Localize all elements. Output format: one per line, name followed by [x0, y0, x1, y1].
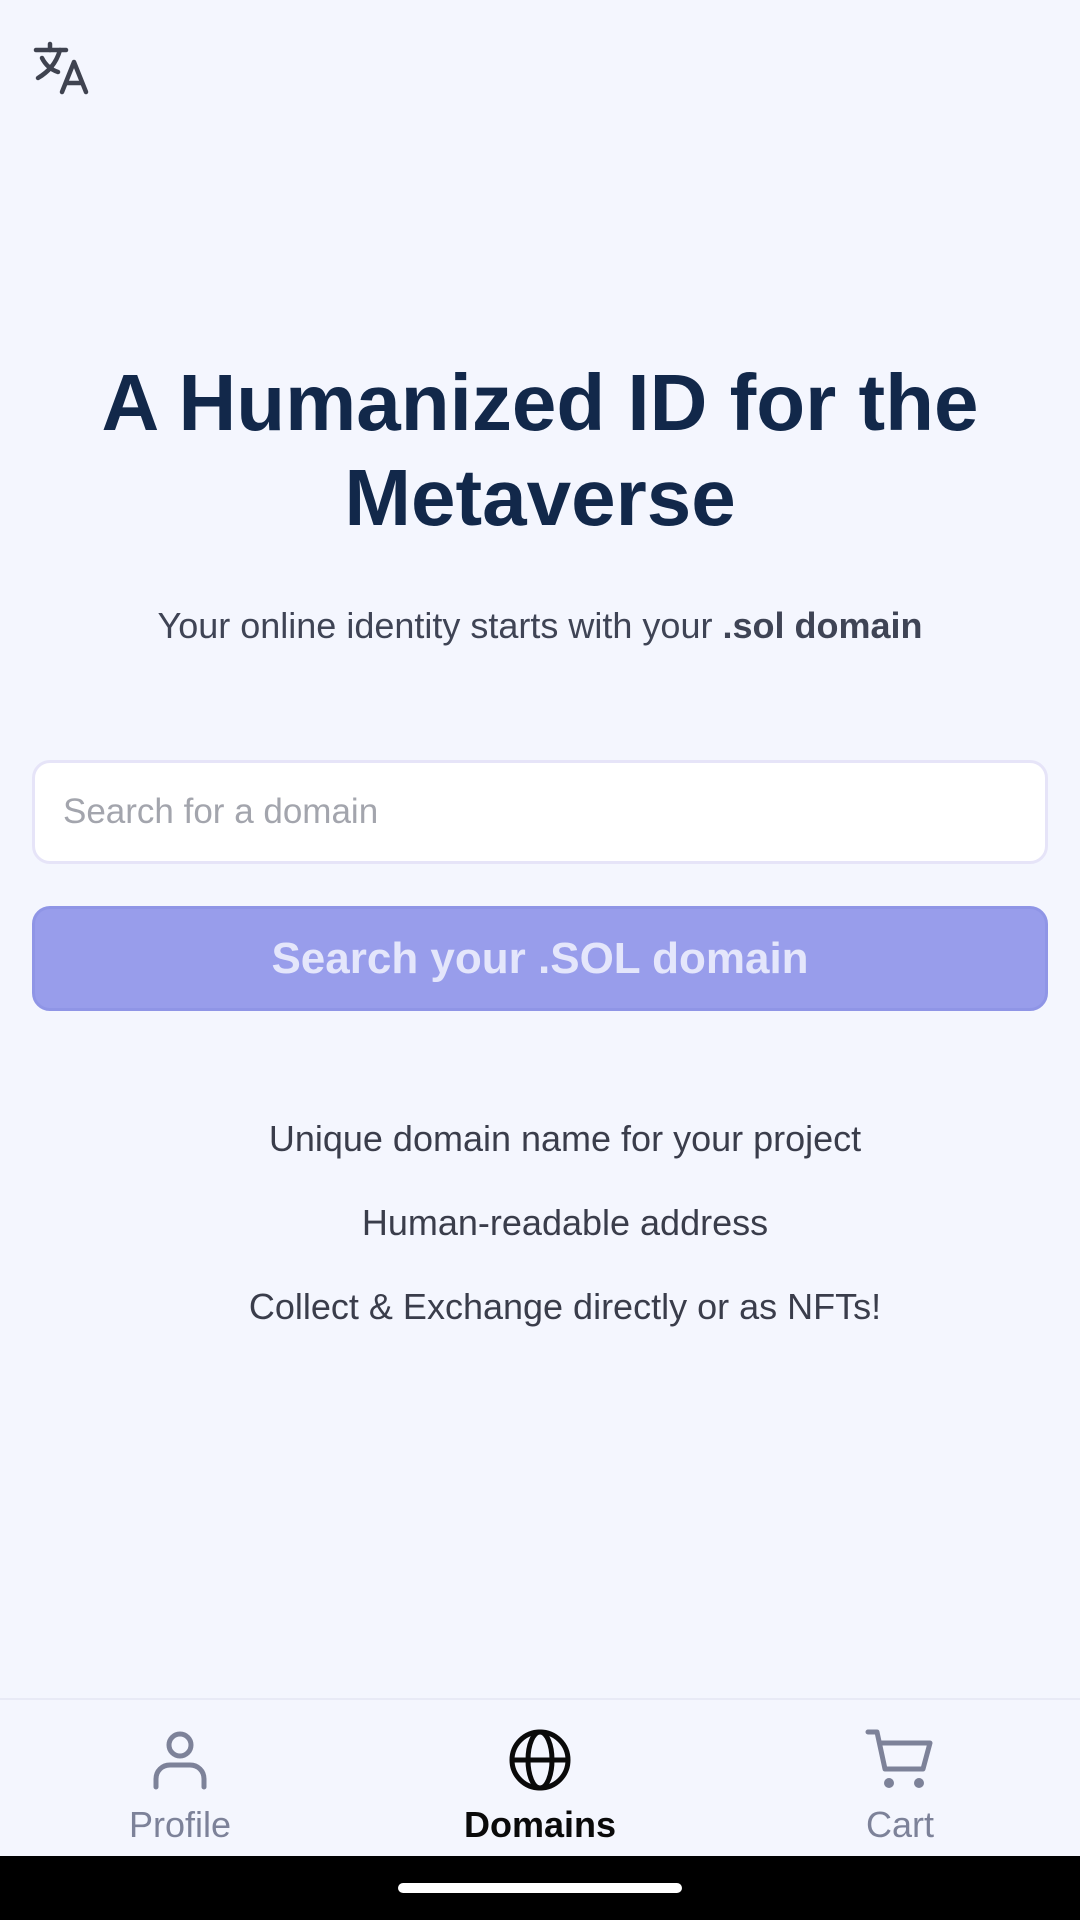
subtitle-highlight: .sol domain — [722, 605, 923, 646]
nav-label-profile: Profile — [128, 1804, 232, 1845]
subtitle: Your online identity starts with your .s… — [60, 605, 1020, 647]
feature-list: Unique domain name for your project Huma… — [60, 1115, 1070, 1367]
cart-icon — [862, 1722, 938, 1798]
search-domain-button[interactable]: Search your .SOL domain — [32, 906, 1048, 1011]
bottom-navigation: Profile Domains Cart — [0, 1698, 1080, 1858]
feature-item: Collect & Exchange directly or as NFTs! — [248, 1286, 882, 1327]
home-indicator[interactable] — [398, 1883, 682, 1893]
feature-item: Human-readable address — [361, 1202, 769, 1243]
page-title: A Humanized ID for the Metaverse — [101, 358, 979, 542]
search-button-label: Search your .SOL domain — [271, 933, 809, 983]
person-icon — [142, 1722, 218, 1798]
nav-item-cart[interactable]: Cart — [720, 1700, 1080, 1858]
subtitle-text: Your online identity starts with your — [157, 605, 723, 646]
nav-item-domains[interactable]: Domains — [360, 1700, 720, 1858]
feature-item: Unique domain name for your project — [268, 1118, 862, 1159]
translate-button[interactable] — [28, 34, 96, 102]
domain-search-input[interactable] — [32, 760, 1048, 864]
nav-item-profile[interactable]: Profile — [0, 1700, 360, 1858]
globe-icon — [502, 1722, 578, 1798]
nav-label-cart: Cart — [865, 1804, 934, 1845]
nav-label-domains: Domains — [463, 1804, 617, 1845]
translate-icon — [33, 41, 89, 95]
